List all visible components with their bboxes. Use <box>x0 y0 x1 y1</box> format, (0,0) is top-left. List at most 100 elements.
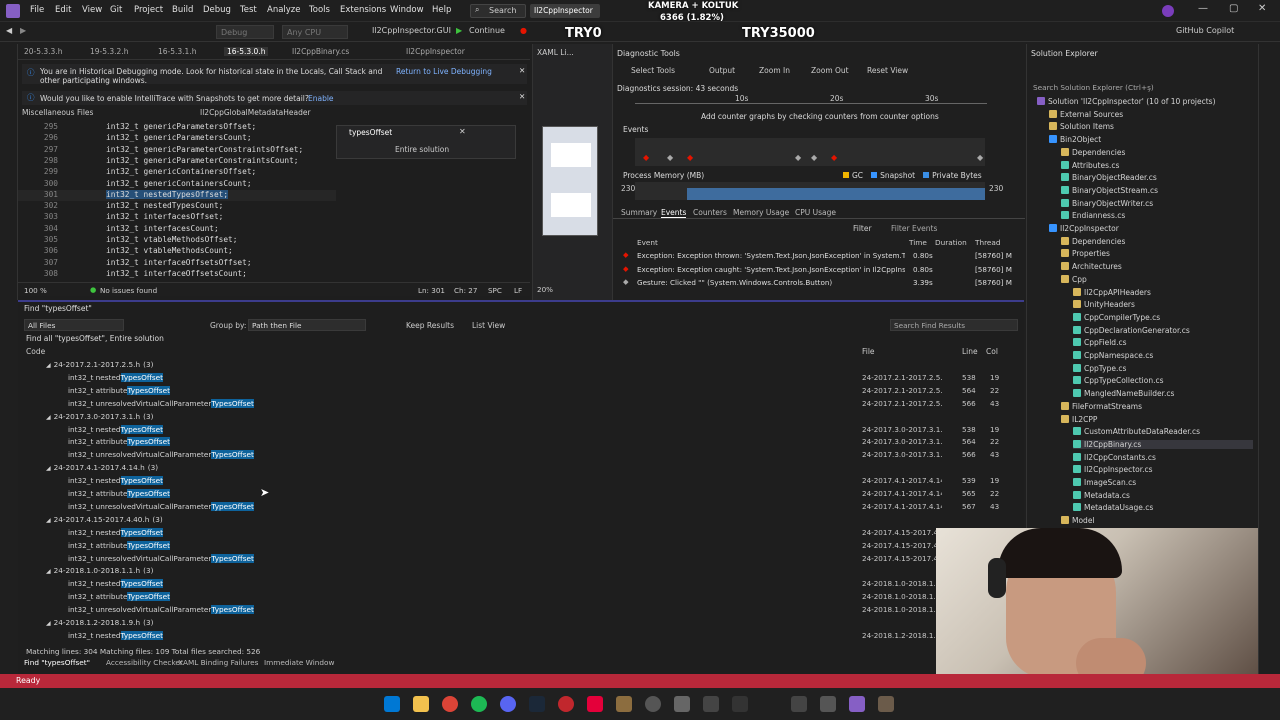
find-result-row[interactable]: int32_t unresolvedVirtualCallParameterTy… <box>68 553 938 563</box>
chrome-icon[interactable] <box>442 696 458 712</box>
editor-tab[interactable]: 16-5.3.1.h <box>158 47 196 56</box>
visual-studio-icon[interactable] <box>849 696 865 712</box>
solution-tree-item[interactable]: CppType.cs <box>1073 363 1126 373</box>
discord-icon[interactable] <box>500 696 516 712</box>
solution-tree-item[interactable]: Il2CppConstants.cs <box>1073 452 1156 462</box>
select-tools-button[interactable]: Select Tools <box>631 66 675 75</box>
collapse-icon[interactable]: ◢ <box>46 414 51 421</box>
col-col-header[interactable]: Col <box>986 347 998 356</box>
find-query-input[interactable]: typesOffset <box>349 128 392 137</box>
config-dropdown[interactable]: Debug <box>216 25 274 39</box>
filter-button[interactable]: Filter <box>853 224 872 233</box>
collapse-icon[interactable]: ◢ <box>46 362 51 369</box>
solution-tree-item[interactable]: External Sources <box>1049 109 1123 119</box>
file-explorer-icon[interactable] <box>413 696 429 712</box>
find-result-row[interactable]: int32_t nestedTypesOffset 24-2017.4.15-20… <box>68 527 938 537</box>
find-result-row[interactable]: int32_t attributeTypesOffset 24-2017.2.1-… <box>68 385 999 395</box>
event-row[interactable]: ◆ Exception: Exception caught: 'System.Te… <box>613 264 1025 276</box>
bottom-tab[interactable]: XAML Binding Failures <box>178 658 258 667</box>
events-column-header[interactable]: Duration <box>935 238 967 247</box>
menu-edit[interactable]: Edit <box>55 5 71 15</box>
app-icon[interactable] <box>587 696 603 712</box>
solution-tree-item[interactable]: IL2CPP <box>1061 414 1097 424</box>
spotify-icon[interactable] <box>471 696 487 712</box>
editor-tab[interactable]: Il2CppInspector <box>406 47 465 56</box>
event-row[interactable]: ◆ Gesture: Clicked "" (System.Windows.Con… <box>613 277 1025 289</box>
col-code-header[interactable]: Code <box>26 347 45 356</box>
col-indicator[interactable]: Ch: 27 <box>454 286 477 295</box>
lf-indicator[interactable]: LF <box>514 286 522 295</box>
close-button[interactable]: ✕ <box>1258 3 1266 14</box>
menu-debug[interactable]: Debug <box>203 5 231 15</box>
output-button[interactable]: Output <box>709 66 735 75</box>
bottom-tab[interactable]: Accessibility Checker <box>106 658 183 667</box>
copilot-button[interactable]: GitHub Copilot <box>1176 26 1234 35</box>
menu-analyze[interactable]: Analyze <box>267 5 301 15</box>
find-result-row[interactable]: int32_t unresolvedVirtualCallParameterTy… <box>68 450 999 460</box>
solution-tree-item[interactable]: FileFormatStreams <box>1061 401 1142 411</box>
xaml-zoom[interactable]: 20% <box>537 285 553 294</box>
solution-tree-item[interactable]: BinaryObjectWriter.cs <box>1061 198 1153 208</box>
editor-tab[interactable]: 20-5.3.3.h <box>24 47 62 56</box>
line-indicator[interactable]: Ln: 301 <box>418 286 445 295</box>
event-marker[interactable]: ◆ <box>811 153 817 162</box>
diag-tab[interactable]: CPU Usage <box>795 208 836 217</box>
startup-project[interactable]: Il2CppInspector.GUI <box>372 26 451 35</box>
solution-tree-item[interactable]: CppField.cs <box>1073 338 1126 347</box>
solution-tree-item[interactable]: ImageScan.cs <box>1073 478 1136 487</box>
search-box[interactable]: ⌕ Search <box>470 4 526 18</box>
solution-tree-item[interactable]: Metadata.cs <box>1073 490 1130 500</box>
list-view-button[interactable]: List View <box>472 321 505 330</box>
filter-events-input[interactable]: Filter Events <box>891 224 937 233</box>
editor-tab[interactable]: Il2CppBinary.cs <box>292 47 349 56</box>
solution-tree-item[interactable]: Il2CppInspector <box>1049 224 1119 233</box>
maximize-button[interactable]: ▢ <box>1229 3 1238 14</box>
solution-tree-item[interactable]: Model <box>1061 516 1095 525</box>
menu-test[interactable]: Test <box>240 5 257 15</box>
events-column-header[interactable]: Thread <box>975 238 1001 247</box>
solution-tree-item[interactable]: Cpp <box>1061 274 1087 284</box>
find-scope-dropdown[interactable]: Entire solution <box>395 145 449 154</box>
app-icon[interactable] <box>558 696 574 712</box>
find-group-header[interactable]: ◢ 24-2017.3.0-2017.3.1.h (3) <box>46 412 153 421</box>
solution-tree-item[interactable]: CppDeclarationGenerator.cs <box>1073 325 1190 335</box>
app-icon[interactable] <box>674 696 690 712</box>
scope-dropdown-right[interactable]: Il2CppGlobalMetadataHeader <box>200 108 360 117</box>
col-line-header[interactable]: Line <box>962 347 978 356</box>
events-column-header[interactable]: Time <box>909 238 927 247</box>
solution-tree-item[interactable]: Architectures <box>1061 262 1122 271</box>
collapse-icon[interactable]: ◢ <box>46 568 51 575</box>
solution-tree-item[interactable]: MetadataUsage.cs <box>1073 503 1153 512</box>
solution-tree-item[interactable]: Bin2Object <box>1049 135 1101 144</box>
diag-tab[interactable]: Summary <box>621 208 657 217</box>
issues-status[interactable]: No issues found <box>100 286 157 295</box>
menu-git[interactable]: Git <box>110 5 122 15</box>
app-icon[interactable] <box>820 696 836 712</box>
solution-tree-item[interactable]: Dependencies <box>1061 236 1125 246</box>
steam-icon[interactable] <box>529 696 545 712</box>
menu-help[interactable]: Help <box>432 5 451 15</box>
close-infobar-icon[interactable]: ✕ <box>519 92 525 101</box>
group-by-dropdown[interactable]: Path then File <box>248 319 366 331</box>
stop-icon[interactable]: ● <box>520 26 527 35</box>
scope-dropdown-left[interactable]: Miscellaneous Files <box>22 108 182 117</box>
solution-tree-item[interactable]: CppCompilerType.cs <box>1073 312 1160 322</box>
events-column-header[interactable]: Event <box>637 238 658 247</box>
reset-view-button[interactable]: Reset View <box>867 66 908 75</box>
solution-tree-item[interactable]: UnityHeaders <box>1073 300 1135 309</box>
find-result-row[interactable]: int32_t nestedTypesOffset 24-2018.1.0-201… <box>68 579 938 589</box>
solution-tree-item[interactable]: BinaryObjectReader.cs <box>1061 173 1157 182</box>
solexp-search[interactable]: Search Solution Explorer (Ctrl+ş) <box>1033 83 1253 94</box>
menu-file[interactable]: File <box>30 5 44 15</box>
find-result-row[interactable]: int32_t nestedTypesOffset 24-2017.3.0-201… <box>68 424 999 434</box>
enable-link[interactable]: Enable <box>308 94 334 103</box>
search-find-results[interactable]: Search Find Results <box>890 319 1018 331</box>
find-result-row[interactable]: int32_t nestedTypesOffset 24-2018.1.2-201… <box>68 630 938 640</box>
event-marker[interactable]: ◆ <box>795 153 801 162</box>
diag-tab[interactable]: Events <box>661 208 687 218</box>
menu-extensions[interactable]: Extensions <box>340 5 386 15</box>
event-marker[interactable]: ◆ <box>831 153 837 162</box>
app-icon[interactable] <box>616 696 632 712</box>
menu-window[interactable]: Window <box>390 5 424 15</box>
find-group-header[interactable]: ◢ 24-2017.2.1-2017.2.5.h (3) <box>46 360 153 369</box>
